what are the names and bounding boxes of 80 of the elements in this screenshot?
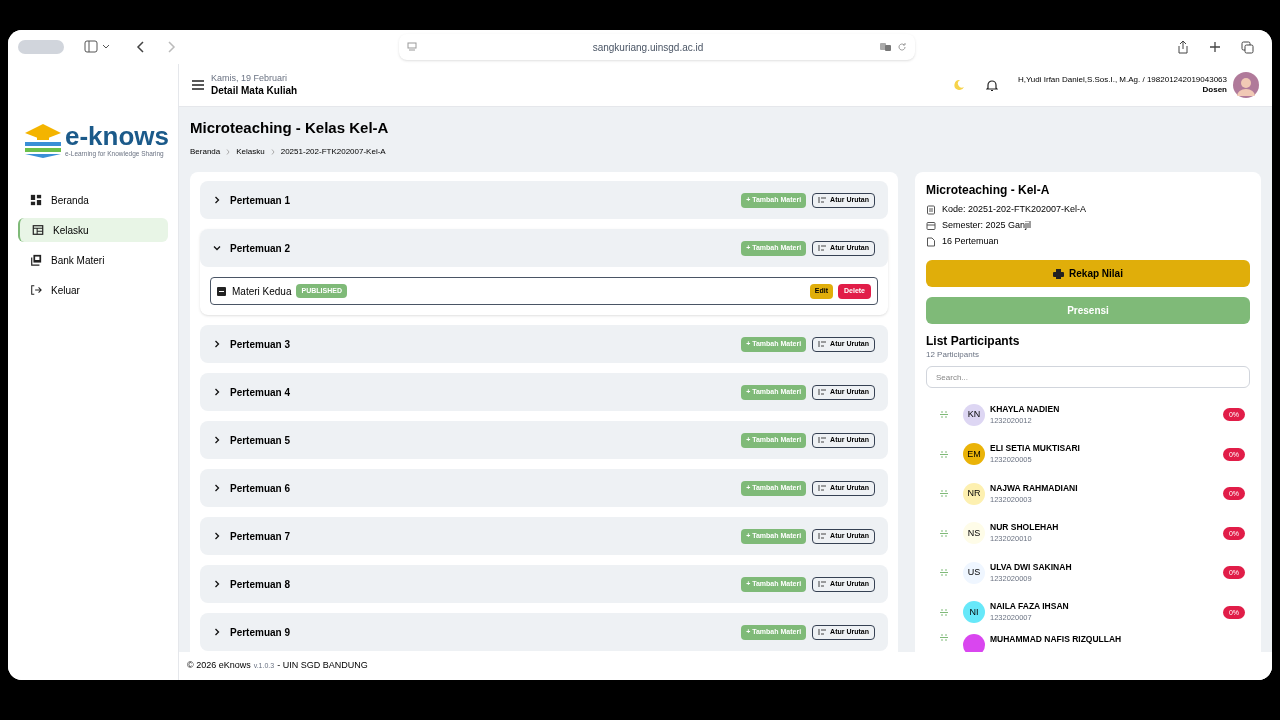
participant-avatar: EM <box>963 443 985 466</box>
course-title: Microteaching - Kel-A <box>926 183 1051 198</box>
breadcrumb-link[interactable]: 20251-202-FTK202007-Kel-A <box>280 146 386 158</box>
page-header-title: Detail Mata Kuliah <box>211 84 298 97</box>
search-field[interactable]: Search... <box>926 366 1250 388</box>
drag-handle-icon[interactable] <box>940 608 948 616</box>
drag-handle-icon[interactable] <box>940 411 948 419</box>
sort-icon <box>818 629 827 635</box>
back-icon[interactable] <box>136 40 146 54</box>
file-icon <box>217 286 226 296</box>
forward-icon[interactable] <box>166 40 176 54</box>
chevron-icon <box>226 149 231 155</box>
sort-icon <box>818 389 827 395</box>
breadcrumb-link[interactable]: Beranda <box>190 146 221 158</box>
drag-handle-icon[interactable] <box>940 490 948 498</box>
sort-icon <box>818 245 827 251</box>
participants-title: List Participants <box>926 334 1021 349</box>
participant-name: KHAYLA NADIEN <box>990 403 1060 415</box>
sidebar-item[interactable]: Kelasku <box>18 218 168 242</box>
browser-toggle-icon[interactable] <box>18 40 64 54</box>
user-name: H,Yudi Irfan Daniel,S.Sos.I., M.Ag. / 198201242019043063 <box>1017 75 1227 85</box>
library-icon <box>30 254 42 266</box>
logo-icon <box>23 122 63 158</box>
sidebar-icon[interactable] <box>84 40 112 54</box>
course-info: 16 Pertemuan <box>926 235 1250 248</box>
document-icon <box>926 204 936 215</box>
file-icon <box>926 236 936 247</box>
share-icon[interactable] <box>1177 40 1189 54</box>
page-icon <box>407 42 417 52</box>
course-info: Kode: 20251-202-FTK202007-Kel-A <box>926 203 1250 216</box>
copyright-text: © 2026 eKnows <box>187 659 251 673</box>
participant-avatar: US <box>963 561 985 584</box>
participant-name: NAILA FAZA IHSAN <box>990 601 1069 613</box>
material-title: Materi Kedua <box>232 284 292 299</box>
sort-icon <box>818 581 827 587</box>
participant-avatar: NS <box>963 522 985 545</box>
logout-icon <box>30 284 42 296</box>
sidebar-item[interactable]: Bank Materi <box>18 248 168 272</box>
participant-name: NAJWA RAHMADIANI <box>990 482 1078 494</box>
sidebar-item[interactable]: Keluar <box>18 278 168 302</box>
page-title: Microteaching - Kelas Kel-A <box>190 119 390 137</box>
tabs-icon[interactable] <box>1241 40 1254 54</box>
table-icon <box>32 224 44 236</box>
sort-icon <box>818 341 827 347</box>
participant-name: NUR SHOLEHAH <box>990 522 1059 534</box>
url-text: sangkuriang.uinsgd.ac.id <box>591 40 705 55</box>
sort-icon <box>818 533 827 539</box>
drag-handle-icon[interactable] <box>940 569 948 577</box>
menu-icon[interactable] <box>192 80 204 90</box>
drag-handle-icon[interactable] <box>940 450 948 458</box>
drag-handle-icon[interactable] <box>940 634 948 641</box>
participant-avatar: NR <box>963 482 985 505</box>
sort-icon <box>818 437 827 443</box>
drag-handle-icon[interactable] <box>940 529 948 537</box>
participant-avatar: KN <box>963 403 985 426</box>
translate-icon[interactable] <box>879 42 893 52</box>
dashboard-icon <box>30 194 42 206</box>
organization-text: - UIN SGD BANDUNG <box>277 659 368 673</box>
sort-icon <box>818 197 827 203</box>
participant-name: MUHAMMAD NAFIS RIZQULLAH <box>990 634 1122 645</box>
course-info: Semester: 2025 Ganjil <box>926 219 1250 232</box>
sidebar-item[interactable]: Beranda <box>18 188 168 212</box>
logo-text: e-knows <box>65 123 170 149</box>
moon-icon[interactable] <box>952 79 965 91</box>
participant-name: ULVA DWI SAKINAH <box>990 561 1072 573</box>
participant-name: ELI SETIA MUKTISARI <box>990 443 1080 455</box>
address-bar[interactable]: sangkuriang.uinsgd.ac.id <box>399 34 915 60</box>
reload-icon[interactable] <box>897 42 907 52</box>
participant-avatar: NI <box>963 601 985 624</box>
date-text: Kamis, 19 Februari <box>211 73 289 84</box>
sort-icon <box>818 485 827 491</box>
avatar-icon[interactable] <box>1233 72 1259 98</box>
calendar-icon <box>926 220 936 231</box>
participants-count: 12 Participants <box>926 349 980 361</box>
breadcrumb-link[interactable]: Kelasku <box>236 146 265 158</box>
recap-grades-button[interactable]: Rekap Nilai <box>926 260 1250 287</box>
user-role: Dosen <box>1202 85 1227 95</box>
chevron-icon <box>270 149 275 155</box>
new-tab-icon[interactable] <box>1209 41 1221 53</box>
bell-icon[interactable] <box>985 78 998 92</box>
